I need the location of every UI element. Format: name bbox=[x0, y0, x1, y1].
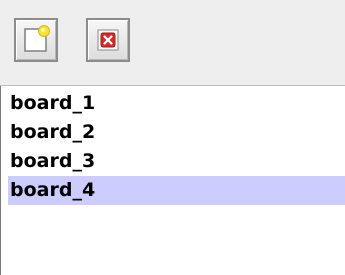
list-item[interactable]: board_2 bbox=[8, 118, 345, 147]
list-item[interactable]: board_3 bbox=[8, 147, 345, 176]
board-list[interactable]: board_1 board_2 board_3 board_4 bbox=[8, 89, 345, 205]
delete-board-icon bbox=[97, 29, 119, 51]
new-board-button[interactable] bbox=[14, 18, 58, 62]
list-item[interactable]: board_1 bbox=[8, 89, 345, 118]
new-board-icon bbox=[24, 25, 50, 52]
board-list-panel: board_1 board_2 board_3 board_4 bbox=[0, 0, 345, 275]
list-item-selected[interactable]: board_4 bbox=[8, 176, 345, 205]
delete-board-button[interactable] bbox=[86, 18, 130, 62]
toolbar bbox=[0, 0, 345, 86]
